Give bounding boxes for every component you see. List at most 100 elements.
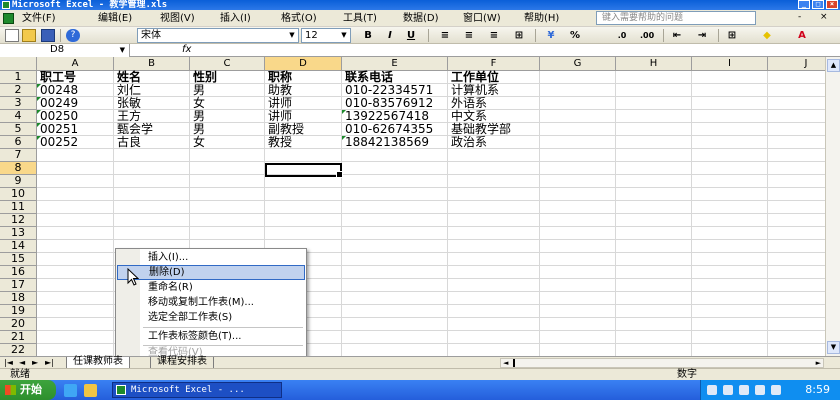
cell-j22[interactable] — [768, 344, 825, 356]
cell-f11[interactable] — [448, 201, 540, 214]
percent-button[interactable]: % — [568, 29, 582, 42]
cell-a7[interactable] — [37, 149, 114, 162]
cell-j10[interactable] — [768, 188, 825, 201]
cell-i4[interactable] — [692, 110, 768, 123]
menu-item-rename[interactable]: 重命名(R) — [117, 280, 305, 295]
cell-j5[interactable] — [768, 123, 825, 136]
tray-icon[interactable] — [771, 385, 781, 395]
menu-item-insert[interactable]: 插入(I)... — [117, 250, 305, 265]
scroll-down-button[interactable]: ▼ — [827, 341, 840, 354]
column-header-i[interactable]: I — [692, 57, 768, 71]
cell-h6[interactable] — [616, 136, 692, 149]
cell-b9[interactable] — [114, 175, 190, 188]
underline-button[interactable]: U — [404, 29, 418, 42]
column-header-j[interactable]: J — [768, 57, 825, 71]
cell-j12[interactable] — [768, 214, 825, 227]
cell-c12[interactable] — [190, 214, 265, 227]
cell-g19[interactable] — [540, 305, 616, 318]
maximize-button[interactable]: □ — [812, 0, 824, 9]
cell-i9[interactable] — [692, 175, 768, 188]
next-sheet-icon[interactable]: ► — [32, 357, 38, 368]
cell-h16[interactable] — [616, 266, 692, 279]
menu-view[interactable]: 视图(V) — [160, 12, 195, 25]
cell-g13[interactable] — [540, 227, 616, 240]
cell-e16[interactable] — [342, 266, 448, 279]
help-question-input[interactable]: 键入需要帮助的问题 — [596, 11, 756, 25]
cell-g11[interactable] — [540, 201, 616, 214]
cell-i10[interactable] — [692, 188, 768, 201]
cell-c13[interactable] — [190, 227, 265, 240]
cell-c9[interactable] — [190, 175, 265, 188]
menu-insert[interactable]: 插入(I) — [220, 12, 251, 25]
cell-e17[interactable] — [342, 279, 448, 292]
cell-h20[interactable] — [616, 318, 692, 331]
cell-i14[interactable] — [692, 240, 768, 253]
cell-b13[interactable] — [114, 227, 190, 240]
cell-h19[interactable] — [616, 305, 692, 318]
cell-g5[interactable] — [540, 123, 616, 136]
cell-a21[interactable] — [37, 331, 114, 344]
name-box[interactable]: D8 ▼ — [0, 44, 130, 57]
cell-f6[interactable]: 政治系 — [448, 136, 540, 149]
cell-a12[interactable] — [37, 214, 114, 227]
cell-h10[interactable] — [616, 188, 692, 201]
menu-tools[interactable]: 工具(T) — [343, 12, 377, 25]
tray-icon[interactable] — [755, 385, 765, 395]
cell-e9[interactable] — [342, 175, 448, 188]
cell-b8[interactable] — [114, 162, 190, 175]
cell-i18[interactable] — [692, 292, 768, 305]
cell-d12[interactable] — [265, 214, 342, 227]
cell-g16[interactable] — [540, 266, 616, 279]
cell-f18[interactable] — [448, 292, 540, 305]
align-right-icon[interactable]: ≡ — [487, 29, 501, 42]
cell-f8[interactable] — [448, 162, 540, 175]
workbook-minimize-button[interactable]: - — [798, 13, 801, 22]
cell-j11[interactable] — [768, 201, 825, 214]
cell-h13[interactable] — [616, 227, 692, 240]
cell-c6[interactable]: 女 — [190, 136, 265, 149]
cell-d11[interactable] — [265, 201, 342, 214]
column-header-b[interactable]: B — [114, 57, 190, 71]
cell-i12[interactable] — [692, 214, 768, 227]
align-left-icon[interactable]: ≡ — [438, 29, 452, 42]
cell-h9[interactable] — [616, 175, 692, 188]
column-header-c[interactable]: C — [190, 57, 265, 71]
cell-a9[interactable] — [37, 175, 114, 188]
taskbar-excel-button[interactable]: Microsoft Excel - ... — [112, 382, 282, 398]
font-size-select[interactable]: 12 ▼ — [301, 28, 351, 43]
active-cell-d8[interactable] — [265, 163, 343, 178]
bold-button[interactable]: B — [361, 29, 375, 42]
cell-h1[interactable] — [616, 71, 692, 84]
cell-f13[interactable] — [448, 227, 540, 240]
open-folder-icon[interactable] — [22, 29, 36, 42]
align-center-icon[interactable]: ≡ — [462, 29, 476, 42]
cell-d6[interactable]: 教授 — [265, 136, 342, 149]
cell-g8[interactable] — [540, 162, 616, 175]
font-color-icon[interactable]: A — [795, 29, 809, 42]
cell-e22[interactable] — [342, 344, 448, 356]
cell-h22[interactable] — [616, 344, 692, 356]
cell-i2[interactable] — [692, 84, 768, 97]
cell-i16[interactable] — [692, 266, 768, 279]
scroll-right-button[interactable]: ► — [816, 359, 821, 367]
column-header-a[interactable]: A — [37, 57, 114, 71]
cell-f15[interactable] — [448, 253, 540, 266]
cell-g17[interactable] — [540, 279, 616, 292]
cell-e8[interactable] — [342, 162, 448, 175]
cell-i3[interactable] — [692, 97, 768, 110]
cell-a8[interactable] — [37, 162, 114, 175]
cell-h5[interactable] — [616, 123, 692, 136]
minimize-button[interactable]: _ — [798, 0, 810, 9]
cell-j17[interactable] — [768, 279, 825, 292]
cell-h4[interactable] — [616, 110, 692, 123]
tray-icon[interactable] — [723, 385, 733, 395]
row-header-22[interactable]: 22 — [0, 344, 37, 356]
cell-a6[interactable]: 00252 — [37, 136, 114, 149]
cell-h3[interactable] — [616, 97, 692, 110]
cell-a19[interactable] — [37, 305, 114, 318]
cell-i20[interactable] — [692, 318, 768, 331]
cell-h15[interactable] — [616, 253, 692, 266]
cell-h12[interactable] — [616, 214, 692, 227]
cell-i21[interactable] — [692, 331, 768, 344]
cell-f16[interactable] — [448, 266, 540, 279]
